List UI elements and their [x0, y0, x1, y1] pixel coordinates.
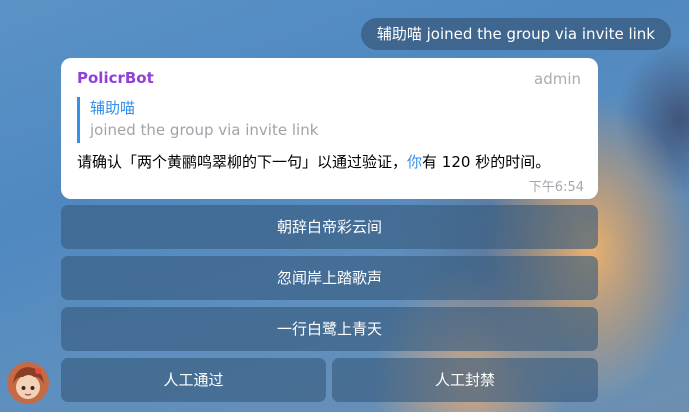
reply-quote[interactable]: 辅助喵 joined the group via invite link [77, 97, 377, 143]
manual-approve-button[interactable]: 人工通过 [61, 358, 326, 402]
quote-text: joined the group via invite link [90, 121, 319, 139]
user-mention[interactable]: 你 [407, 153, 422, 171]
answer-button-1[interactable]: 朝辞白帝彩云间 [61, 205, 598, 249]
quote-author: 辅助喵 [90, 99, 136, 117]
message-text-after: 有 120 秒的时间。 [422, 153, 551, 171]
sender-name[interactable]: PolicrBot [77, 69, 154, 87]
answer-button-2[interactable]: 忽闻岸上踏歌声 [61, 256, 598, 300]
avatar-image [7, 362, 49, 404]
message-text-before: 请确认「两个黄鹂鸣翠柳的下一句」以通过验证， [77, 153, 408, 171]
admin-badge: admin [534, 70, 581, 88]
answer-button-3[interactable]: 一行白鹭上青天 [61, 307, 598, 351]
bot-avatar[interactable] [7, 362, 49, 404]
message-bubble: PolicrBot admin 辅助喵 joined the group via… [61, 58, 598, 199]
message-text: 请确认「两个黄鹂鸣翠柳的下一句」以通过验证，你有 120 秒的时间。 [77, 151, 550, 172]
service-message: 辅助喵 joined the group via invite link [360, 18, 671, 50]
message-time: 下午6:54 [528, 180, 584, 195]
manual-ban-button[interactable]: 人工封禁 [332, 358, 598, 402]
